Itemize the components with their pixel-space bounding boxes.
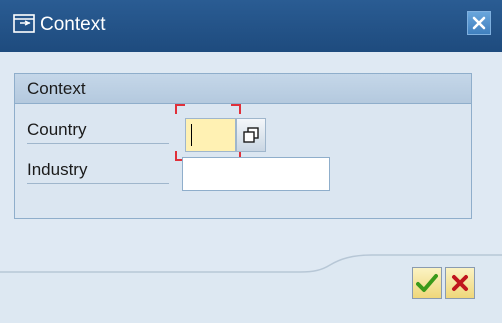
ok-button[interactable] — [412, 267, 442, 299]
cancel-x-icon — [452, 275, 468, 291]
group-header: Context — [15, 74, 471, 104]
industry-label-cell: Industry — [27, 154, 169, 184]
country-value-help-button[interactable] — [236, 118, 266, 152]
industry-label: Industry — [27, 160, 88, 179]
title-bar[interactable]: Context — [0, 0, 502, 52]
context-group-box: Context Country Industry — [14, 73, 472, 219]
focus-indicator — [231, 104, 241, 114]
close-button[interactable] — [467, 11, 491, 35]
cancel-button[interactable] — [445, 267, 475, 299]
checkmark-icon — [416, 274, 438, 292]
country-label: Country — [27, 120, 87, 139]
text-caret — [191, 124, 192, 146]
context-window-icon — [13, 14, 35, 33]
dialog-footer — [0, 249, 502, 323]
group-title: Context — [27, 79, 86, 98]
country-label-cell: Country — [27, 114, 169, 144]
industry-input[interactable] — [182, 157, 330, 191]
window-title: Context — [40, 14, 106, 35]
dialog-content: Context Country Industry — [0, 52, 502, 249]
country-input[interactable] — [185, 118, 236, 152]
close-icon — [472, 16, 486, 30]
focus-indicator — [175, 104, 185, 114]
value-help-icon — [243, 127, 259, 143]
context-dialog: Context Context Country Industry — [0, 0, 502, 323]
